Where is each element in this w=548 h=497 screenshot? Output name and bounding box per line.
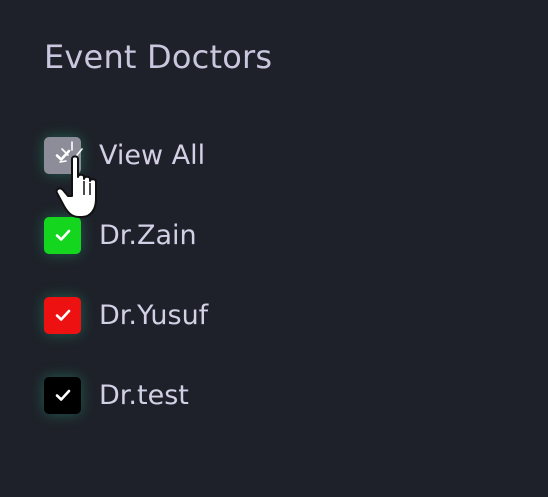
hand-pointer-icon: [55, 141, 97, 218]
filter-label: Dr.test: [99, 379, 189, 411]
dr-test-checkbox[interactable]: [44, 376, 81, 414]
dr-yusuf-checkbox[interactable]: [44, 296, 81, 334]
filter-item-dr-test[interactable]: Dr.test: [44, 375, 208, 415]
event-doctors-panel: Event Doctors View All Dr.Zain Dr.Yusuf …: [0, 0, 548, 497]
panel-title: Event Doctors: [44, 38, 273, 76]
checkmark-icon: [55, 309, 70, 321]
filter-item-dr-yusuf[interactable]: Dr.Yusuf: [44, 295, 208, 335]
checkmark-icon: [55, 229, 70, 241]
checkmark-icon: [55, 389, 70, 401]
filter-label: Dr.Yusuf: [99, 299, 209, 331]
